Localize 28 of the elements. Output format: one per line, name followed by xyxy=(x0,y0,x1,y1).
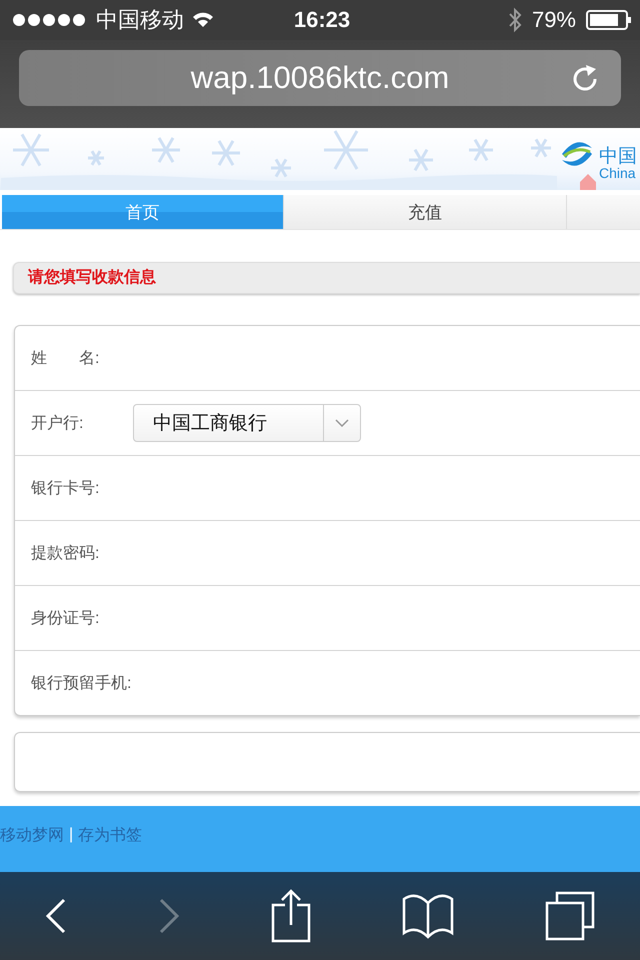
logo-subtext: China xyxy=(599,166,637,180)
footer-link[interactable]: 存为书签 xyxy=(78,824,142,846)
clock-time: 16:23 xyxy=(294,7,350,33)
field-label: 银行预留手机: xyxy=(31,674,132,694)
bluetooth-icon xyxy=(508,7,522,33)
field-label: 姓 名: xyxy=(31,348,100,368)
chevron-down-icon xyxy=(335,419,349,427)
nav-tab[interactable]: 首页 xyxy=(2,195,284,229)
signal-icon xyxy=(12,13,88,27)
field-label: 银行卡号: xyxy=(31,478,100,498)
tabs-icon[interactable] xyxy=(544,891,595,941)
footer-text: | xyxy=(69,826,74,844)
field-label: 身份证号: xyxy=(31,608,100,628)
carrier-name: 中国移动 xyxy=(96,6,184,34)
nav-tab[interactable]: 充值 xyxy=(284,195,567,229)
bank-dropdown[interactable]: 中国工商银行 xyxy=(133,404,361,442)
field-label: 提款密码: xyxy=(31,544,100,564)
battery-percentage: 79% xyxy=(532,7,576,33)
back-icon[interactable] xyxy=(45,898,68,934)
logo-text: 中国 xyxy=(599,146,637,166)
wifi-icon xyxy=(192,12,214,28)
field-label: 开户行: xyxy=(31,414,84,434)
battery-icon xyxy=(586,10,632,30)
open-book-icon[interactable] xyxy=(402,893,454,939)
footer-link[interactable]: 移动梦网 xyxy=(0,824,64,846)
address-field[interactable]: wap.10086ktc.com xyxy=(19,50,621,106)
share-icon[interactable] xyxy=(270,889,311,943)
section-title: 请您填写收款信息 xyxy=(28,269,156,286)
